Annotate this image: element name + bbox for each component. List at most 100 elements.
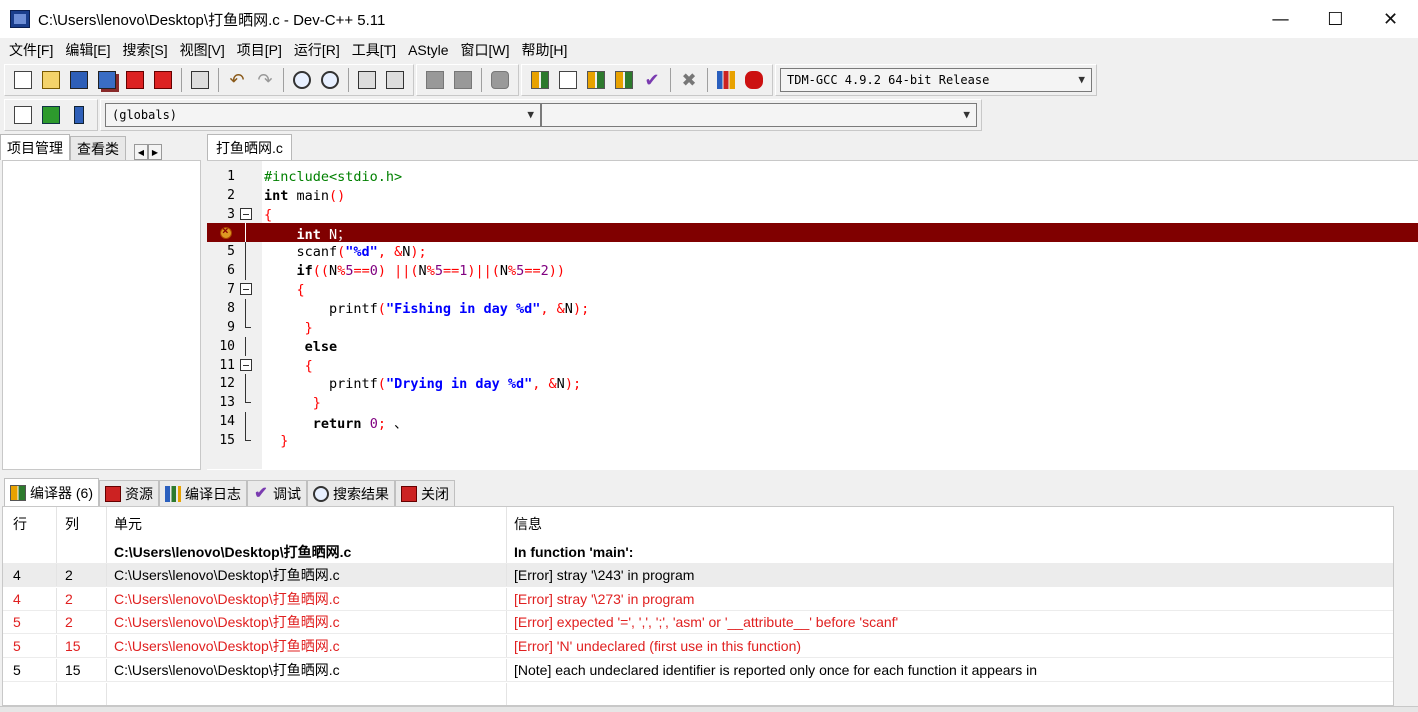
toolbar-separator xyxy=(348,68,349,92)
header-unit[interactable]: 单元 xyxy=(107,507,507,541)
fold-column xyxy=(235,431,262,450)
line-number: 9 xyxy=(227,320,235,335)
compiler-select[interactable]: TDM-GCC 4.9.2 64-bit Release ▼ xyxy=(780,68,1092,92)
menu-help[interactable]: 帮助[H] xyxy=(516,40,574,60)
debug-button[interactable] xyxy=(740,67,768,93)
minimize-button[interactable]: — xyxy=(1253,0,1308,38)
compile-toolbar-group: ✔ ✖ xyxy=(521,64,773,96)
save-button[interactable] xyxy=(65,67,93,93)
tab-compile-log[interactable]: 编译日志 xyxy=(159,480,247,506)
remove-from-project-button[interactable] xyxy=(449,67,477,93)
code-editor[interactable]: 1 #include<stdio.h> 2 int main() 3 { int… xyxy=(207,160,1418,470)
message-unit: C:\Users\lenovo\Desktop\打鱼晒网.c xyxy=(107,541,507,563)
tab-compiler[interactable]: 编译器 (6) xyxy=(4,478,99,506)
fold-collapse-icon[interactable] xyxy=(240,208,252,220)
open-file-button[interactable] xyxy=(37,67,65,93)
title-bar: C:\Users\lenovo\Desktop\打鱼晒网.c - Dev-C++… xyxy=(0,0,1418,38)
tab-close[interactable]: 关闭 xyxy=(395,480,455,506)
run-window-icon xyxy=(559,71,577,89)
close-file-button[interactable] xyxy=(121,67,149,93)
close-window-button[interactable]: ✕ xyxy=(1363,0,1418,38)
add-to-project-button[interactable] xyxy=(421,67,449,93)
goto-line-button[interactable] xyxy=(353,67,381,93)
fold-collapse-icon[interactable] xyxy=(240,359,252,371)
profile-button[interactable] xyxy=(712,67,740,93)
message-row[interactable]: 4 2 C:\Users\lenovo\Desktop\打鱼晒网.c [Erro… xyxy=(3,588,1393,611)
scope-select[interactable]: (globals) ▼ xyxy=(105,103,541,127)
tab-project-manager[interactable]: 项目管理 xyxy=(0,134,70,160)
misc-toolbar-group xyxy=(4,99,98,131)
tab-compiler-label: 编译器 (6) xyxy=(30,484,93,501)
compiler-messages-list[interactable]: 行 列 单元 信息 C:\Users\lenovo\Desktop\打鱼晒网.c… xyxy=(2,506,1394,706)
code-text: #include<stdio.h> xyxy=(264,168,403,185)
fold-column xyxy=(235,223,262,242)
left-panel-tabs: 项目管理 查看类 ◀ ▶ xyxy=(0,134,205,160)
toggle-button[interactable] xyxy=(65,102,93,128)
message-unit: C:\Users\lenovo\Desktop\打鱼晒网.c xyxy=(107,564,507,586)
code-line: 8 printf("Fishing in day %d", &N); xyxy=(207,299,1418,318)
project-options-button[interactable] xyxy=(486,67,514,93)
project-tree-panel[interactable] xyxy=(2,160,201,470)
compile-button[interactable] xyxy=(526,67,554,93)
replace-button[interactable] xyxy=(316,67,344,93)
add-to-project-icon xyxy=(426,71,444,89)
menu-edit[interactable]: 编辑[E] xyxy=(59,40,116,60)
tab-scroll-right-icon[interactable]: ▶ xyxy=(148,144,162,160)
header-col[interactable]: 列 xyxy=(57,507,107,541)
undo-button[interactable]: ↶ xyxy=(223,67,251,93)
tab-class-view[interactable]: 查看类 xyxy=(70,136,126,160)
menu-run[interactable]: 运行[R] xyxy=(288,40,346,60)
run-button[interactable] xyxy=(554,67,582,93)
header-line[interactable]: 行 xyxy=(3,507,57,541)
menu-search[interactable]: 搜索[S] xyxy=(116,40,173,60)
stop-execution-button[interactable]: ✖ xyxy=(675,67,703,93)
insert-button[interactable] xyxy=(9,102,37,128)
save-icon xyxy=(70,71,88,89)
menu-view[interactable]: 视图[V] xyxy=(174,40,231,60)
fold-collapse-icon[interactable] xyxy=(240,283,252,295)
tab-search-results[interactable]: 搜索结果 xyxy=(307,480,395,506)
code-text: { xyxy=(264,206,273,223)
bar-chart-icon xyxy=(717,71,735,89)
message-row[interactable]: 5 15 C:\Users\lenovo\Desktop\打鱼晒网.c [Err… xyxy=(3,635,1393,658)
tab-debug[interactable]: ✔ 调试 xyxy=(247,480,307,506)
message-row[interactable]: 5 15 C:\Users\lenovo\Desktop\打鱼晒网.c [Not… xyxy=(3,659,1393,682)
find-button[interactable] xyxy=(288,67,316,93)
project-options-icon xyxy=(491,71,509,89)
redo-button[interactable]: ↷ xyxy=(251,67,279,93)
print-button[interactable] xyxy=(186,67,214,93)
compile-run-button[interactable] xyxy=(582,67,610,93)
maximize-button[interactable]: ☐ xyxy=(1308,0,1363,38)
message-row[interactable]: 4 2 C:\Users\lenovo\Desktop\打鱼晒网.c [Erro… xyxy=(3,564,1393,587)
message-row-empty xyxy=(3,683,1393,705)
syntax-check-button[interactable]: ✔ xyxy=(638,67,666,93)
rebuild-grid-icon xyxy=(615,71,633,89)
menu-project[interactable]: 项目[P] xyxy=(231,40,288,60)
menu-window[interactable]: 窗口[W] xyxy=(455,40,516,60)
file-toolbar-group: ↶ ↷ xyxy=(4,64,414,96)
header-message[interactable]: 信息 xyxy=(507,507,1393,541)
goto-button[interactable] xyxy=(37,102,65,128)
save-all-button[interactable] xyxy=(93,67,121,93)
menu-astyle[interactable]: AStyle xyxy=(402,42,454,58)
error-marker-icon xyxy=(220,224,232,239)
code-text: { xyxy=(304,357,313,374)
new-file-button[interactable] xyxy=(9,67,37,93)
message-row[interactable]: C:\Users\lenovo\Desktop\打鱼晒网.c In functi… xyxy=(3,541,1393,564)
toggle-bookmark-button[interactable] xyxy=(381,67,409,93)
rebuild-all-button[interactable] xyxy=(610,67,638,93)
tab-resources[interactable]: 资源 xyxy=(99,480,159,506)
menu-file[interactable]: 文件[F] xyxy=(3,40,59,60)
line-number: 1 xyxy=(227,169,235,184)
tab-scroll-left-icon[interactable]: ◀ xyxy=(134,144,148,160)
message-row[interactable]: 5 2 C:\Users\lenovo\Desktop\打鱼晒网.c [Erro… xyxy=(3,611,1393,634)
search-results-icon xyxy=(313,485,329,502)
code-text: if((N%5==0) ||(N%5==1)||(N%5==2)) xyxy=(296,262,565,279)
save-all-icon xyxy=(98,71,116,89)
menu-tools[interactable]: 工具[T] xyxy=(346,40,402,60)
close-all-button[interactable] xyxy=(149,67,177,93)
devcpp-app-icon xyxy=(10,10,30,28)
function-select[interactable]: ▼ xyxy=(541,103,977,127)
compile-grid-icon xyxy=(531,71,549,89)
editor-tab-file[interactable]: 打鱼晒网.c xyxy=(207,134,292,160)
